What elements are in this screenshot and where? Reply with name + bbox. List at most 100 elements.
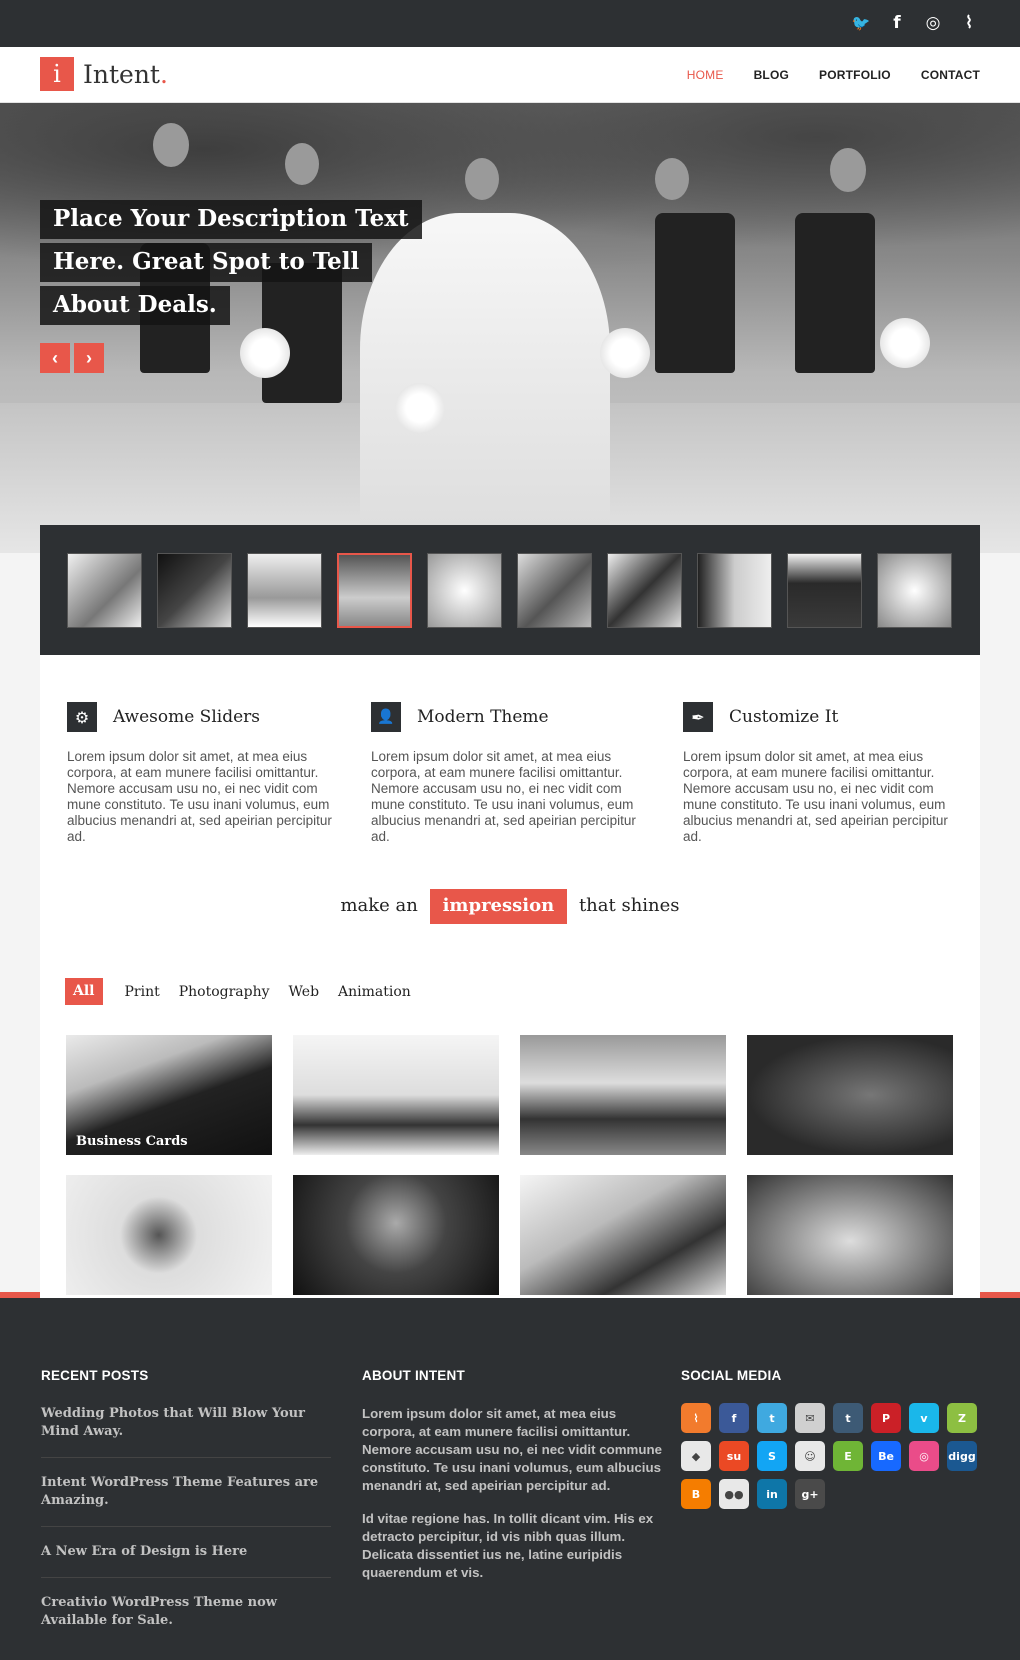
facebook-icon[interactable]: f bbox=[886, 12, 908, 34]
feature-text: Lorem ipsum dolor sit amet, at mea eius … bbox=[371, 749, 636, 844]
nav-blog[interactable]: BLOG bbox=[754, 68, 789, 82]
hero-figure bbox=[395, 383, 445, 433]
hero-figure bbox=[655, 213, 735, 373]
filter-print[interactable]: Print bbox=[125, 984, 160, 1000]
slider-thumbnail[interactable] bbox=[607, 553, 682, 628]
filter-web[interactable]: Web bbox=[289, 984, 320, 1000]
slider-thumbnail[interactable] bbox=[877, 553, 952, 628]
feature-title: Customize It bbox=[729, 707, 839, 727]
nav-portfolio[interactable]: PORTFOLIO bbox=[819, 68, 891, 82]
blogger-icon[interactable]: B bbox=[681, 1479, 711, 1509]
user-icon: 👤 bbox=[371, 702, 401, 732]
zerply-icon[interactable]: Z bbox=[947, 1403, 977, 1433]
nav-contact[interactable]: CONTACT bbox=[921, 68, 980, 82]
hero-figure bbox=[465, 158, 499, 200]
feature-text: Lorem ipsum dolor sit amet, at mea eius … bbox=[683, 749, 948, 844]
hero-figure bbox=[880, 318, 930, 368]
dribbble-icon[interactable]: ◎ bbox=[922, 12, 944, 34]
slider-thumbnail[interactable] bbox=[427, 553, 502, 628]
footer-social: SOCIAL MEDIA ⌇ f t ✉ t Pv Z ◆ su S ☺ E Be ◎ digg B ●● in g… bbox=[681, 1368, 977, 1509]
googleplus-icon[interactable]: g+ bbox=[795, 1479, 825, 1509]
feature-modern-theme: 👤 Modern Theme Lorem ipsum dolor sit ame… bbox=[371, 702, 641, 845]
portfolio-item[interactable] bbox=[747, 1175, 953, 1295]
tagline-highlight: impression bbox=[429, 889, 568, 924]
slider-thumbnail[interactable] bbox=[67, 553, 142, 628]
footer-recent-posts: RECENT POSTS Wedding Photos that Will Bl… bbox=[41, 1368, 331, 1646]
hero-figure bbox=[830, 148, 866, 192]
portfolio-item[interactable] bbox=[293, 1035, 499, 1155]
slider-thumbnail[interactable] bbox=[787, 553, 862, 628]
portfolio-item[interactable] bbox=[293, 1175, 499, 1295]
portfolio-item[interactable] bbox=[747, 1035, 953, 1155]
main-content: ⚙ Awesome Sliders Lorem ipsum dolor sit … bbox=[40, 655, 980, 1322]
footer-heading: SOCIAL MEDIA bbox=[681, 1368, 782, 1383]
hero-figure bbox=[240, 328, 290, 378]
slider-next-button[interactable]: › bbox=[74, 343, 104, 373]
reddit-icon[interactable]: ☺ bbox=[795, 1441, 825, 1471]
portfolio-item[interactable]: Business Cards bbox=[66, 1035, 272, 1155]
recent-post-link[interactable]: Intent WordPress Theme Features are Amaz… bbox=[41, 1458, 331, 1527]
hero-figure bbox=[795, 213, 875, 373]
flickr-icon[interactable]: ●● bbox=[719, 1479, 749, 1509]
portfolio-item[interactable] bbox=[520, 1035, 726, 1155]
nav-home[interactable]: HOME bbox=[687, 68, 724, 82]
slider-thumbnail[interactable] bbox=[157, 553, 232, 628]
tagline-after: that shines bbox=[578, 895, 680, 916]
hero-caption-line: Place Your Description Text bbox=[40, 200, 422, 239]
logo-text: Intent bbox=[83, 59, 160, 89]
pinterest-icon[interactable]: P bbox=[871, 1403, 901, 1433]
slider-arrows: ‹ › bbox=[40, 343, 104, 373]
recent-post-link[interactable]: A New Era of Design is Here bbox=[41, 1527, 331, 1578]
feature-title: Modern Theme bbox=[417, 707, 549, 727]
feature-awesome-sliders: ⚙ Awesome Sliders Lorem ipsum dolor sit … bbox=[67, 702, 337, 845]
tagline-before: make an bbox=[340, 895, 418, 916]
picasa-icon[interactable]: ◆ bbox=[681, 1441, 711, 1471]
top-bar: 🐦 f ◎ ⌇ bbox=[0, 0, 1020, 47]
twitter-icon[interactable]: t bbox=[757, 1403, 787, 1433]
slider-thumbnail[interactable] bbox=[247, 553, 322, 628]
linkedin-icon[interactable]: in bbox=[757, 1479, 787, 1509]
main-nav: HOME BLOG PORTFOLIO CONTACT bbox=[657, 68, 980, 82]
dribbble-icon[interactable]: ◎ bbox=[909, 1441, 939, 1471]
rss-icon[interactable]: ⌇ bbox=[681, 1403, 711, 1433]
recent-post-link[interactable]: Wedding Photos that Will Blow Your Mind … bbox=[41, 1389, 331, 1458]
about-paragraph: Id vitae regione has. In tollit dicant v… bbox=[362, 1511, 654, 1580]
portfolio-item[interactable] bbox=[66, 1175, 272, 1295]
slider-thumbnail-active[interactable] bbox=[337, 553, 412, 628]
recent-post-link[interactable]: Creativio WordPress Theme now Available … bbox=[41, 1578, 331, 1646]
hero-slider: Place Your Description Text Here. Great … bbox=[0, 103, 1020, 553]
portfolio-item[interactable] bbox=[520, 1175, 726, 1295]
about-paragraph: Lorem ipsum dolor sit amet, at mea eius … bbox=[362, 1406, 663, 1493]
logo-dot: . bbox=[159, 59, 168, 89]
slider-prev-button[interactable]: ‹ bbox=[40, 343, 70, 373]
filter-animation[interactable]: Animation bbox=[338, 984, 411, 1000]
footer-heading: ABOUT INTENT bbox=[362, 1368, 465, 1383]
stumbleupon-icon[interactable]: su bbox=[719, 1441, 749, 1471]
vimeo-icon[interactable]: v bbox=[909, 1403, 939, 1433]
facebook-icon[interactable]: f bbox=[719, 1403, 749, 1433]
tumblr-icon[interactable]: t bbox=[833, 1403, 863, 1433]
portfolio-item-label: Business Cards bbox=[76, 1134, 188, 1149]
feature-customize-it: ✒ Customize It Lorem ipsum dolor sit ame… bbox=[683, 702, 953, 845]
skype-icon[interactable]: S bbox=[757, 1441, 787, 1471]
hero-figure bbox=[655, 158, 689, 200]
digg-icon[interactable]: digg bbox=[947, 1441, 977, 1471]
gear-icon: ⚙ bbox=[67, 702, 97, 732]
hero-caption: Place Your Description Text Here. Great … bbox=[40, 200, 422, 329]
behance-icon[interactable]: Be bbox=[871, 1441, 901, 1471]
twitter-icon[interactable]: 🐦 bbox=[850, 12, 872, 34]
filter-photography[interactable]: Photography bbox=[179, 984, 270, 1000]
rss-icon[interactable]: ⌇ bbox=[958, 12, 980, 34]
site-logo[interactable]: i Intent. bbox=[40, 57, 168, 91]
footer-heading: RECENT POSTS bbox=[41, 1368, 149, 1383]
social-icons-grid: ⌇ f t ✉ t Pv Z ◆ su S ☺ E Be ◎ digg B ●● in g+ bbox=[681, 1403, 977, 1509]
evernote-icon[interactable]: E bbox=[833, 1441, 863, 1471]
email-icon[interactable]: ✉ bbox=[795, 1403, 825, 1433]
filter-all[interactable]: All bbox=[65, 978, 103, 1005]
slider-thumbnail[interactable] bbox=[517, 553, 592, 628]
logo-mark: i bbox=[40, 57, 74, 91]
slider-thumbnail[interactable] bbox=[697, 553, 772, 628]
feature-header: ⚙ Awesome Sliders bbox=[67, 702, 337, 732]
pen-icon: ✒ bbox=[683, 702, 713, 732]
feature-header: ✒ Customize It bbox=[683, 702, 953, 732]
